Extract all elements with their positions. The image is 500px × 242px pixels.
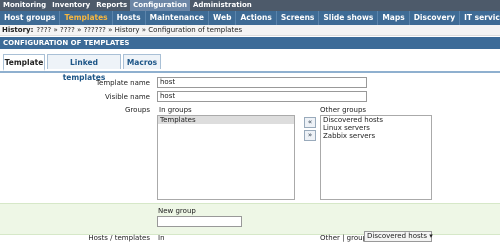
in-group-option[interactable]: Templates xyxy=(158,116,294,124)
submenu-web[interactable]: Web xyxy=(209,11,237,25)
new-group-input[interactable] xyxy=(157,216,242,227)
tab-template[interactable]: Template xyxy=(3,54,45,71)
sub-menu: Host groups Templates Hosts Maintenance … xyxy=(0,11,500,25)
submenu-hosts[interactable]: Hosts xyxy=(113,11,146,25)
history-label: History: xyxy=(2,26,34,34)
submenu-screens[interactable]: Screens xyxy=(277,11,320,25)
visible-name-input[interactable]: host xyxy=(157,91,367,102)
other-group-option[interactable]: Discovered hosts xyxy=(321,116,431,124)
move-left-button[interactable]: « xyxy=(304,117,316,128)
visible-name-label: Visible name xyxy=(105,93,150,101)
tab-bar: Template Linked templates Macros xyxy=(0,49,500,82)
page-title: CONFIGURATION OF TEMPLATES xyxy=(0,37,500,49)
template-name-label: Template name xyxy=(95,79,150,87)
template-name-input[interactable]: host xyxy=(157,77,367,88)
hosts-templates-label: Hosts / templates xyxy=(88,234,150,242)
menu-administration[interactable]: Administration xyxy=(190,0,255,11)
submenu-templates[interactable]: Templates xyxy=(60,11,113,25)
other-group-select[interactable]: Discovered hosts ▾ xyxy=(364,231,433,242)
submenu-maps[interactable]: Maps xyxy=(378,11,410,25)
menu-monitoring[interactable]: Monitoring xyxy=(0,0,49,11)
submenu-actions[interactable]: Actions xyxy=(236,11,277,25)
submenu-discovery[interactable]: Discovery xyxy=(410,11,461,25)
tab-macros[interactable]: Macros xyxy=(123,54,161,69)
menu-configuration[interactable]: Configuration xyxy=(130,0,190,11)
tab-linked-templates[interactable]: Linked templates xyxy=(47,54,121,82)
history-path[interactable]: ???? » ???? » ?????? » History » Configu… xyxy=(36,26,242,34)
submenu-maintenance[interactable]: Maintenance xyxy=(146,11,209,25)
other-groups-listbox[interactable]: Discovered hosts Linux servers Zabbix se… xyxy=(320,115,432,200)
new-group-label: New group xyxy=(158,207,196,215)
submenu-slide-shows[interactable]: Slide shows xyxy=(319,11,379,25)
other-group-option[interactable]: Zabbix servers xyxy=(321,132,431,140)
breadcrumb: History: ???? » ???? » ?????? » History … xyxy=(0,25,500,36)
submenu-host-groups[interactable]: Host groups xyxy=(0,11,61,25)
other-groups-label: Other groups xyxy=(320,106,367,114)
menu-reports[interactable]: Reports xyxy=(93,0,130,11)
top-menu: Monitoring Inventory Reports Configurati… xyxy=(0,0,500,11)
in-label: In xyxy=(158,234,165,242)
in-groups-label: In groups xyxy=(159,106,192,114)
move-right-button[interactable]: » xyxy=(304,130,316,141)
menu-inventory[interactable]: Inventory xyxy=(49,0,93,11)
other-group-option[interactable]: Linux servers xyxy=(321,124,431,132)
groups-label: Groups xyxy=(125,106,150,114)
in-groups-listbox[interactable]: Templates xyxy=(157,115,295,200)
other-group-label: Other | group xyxy=(320,234,368,242)
submenu-it-services[interactable]: IT services xyxy=(460,11,500,25)
